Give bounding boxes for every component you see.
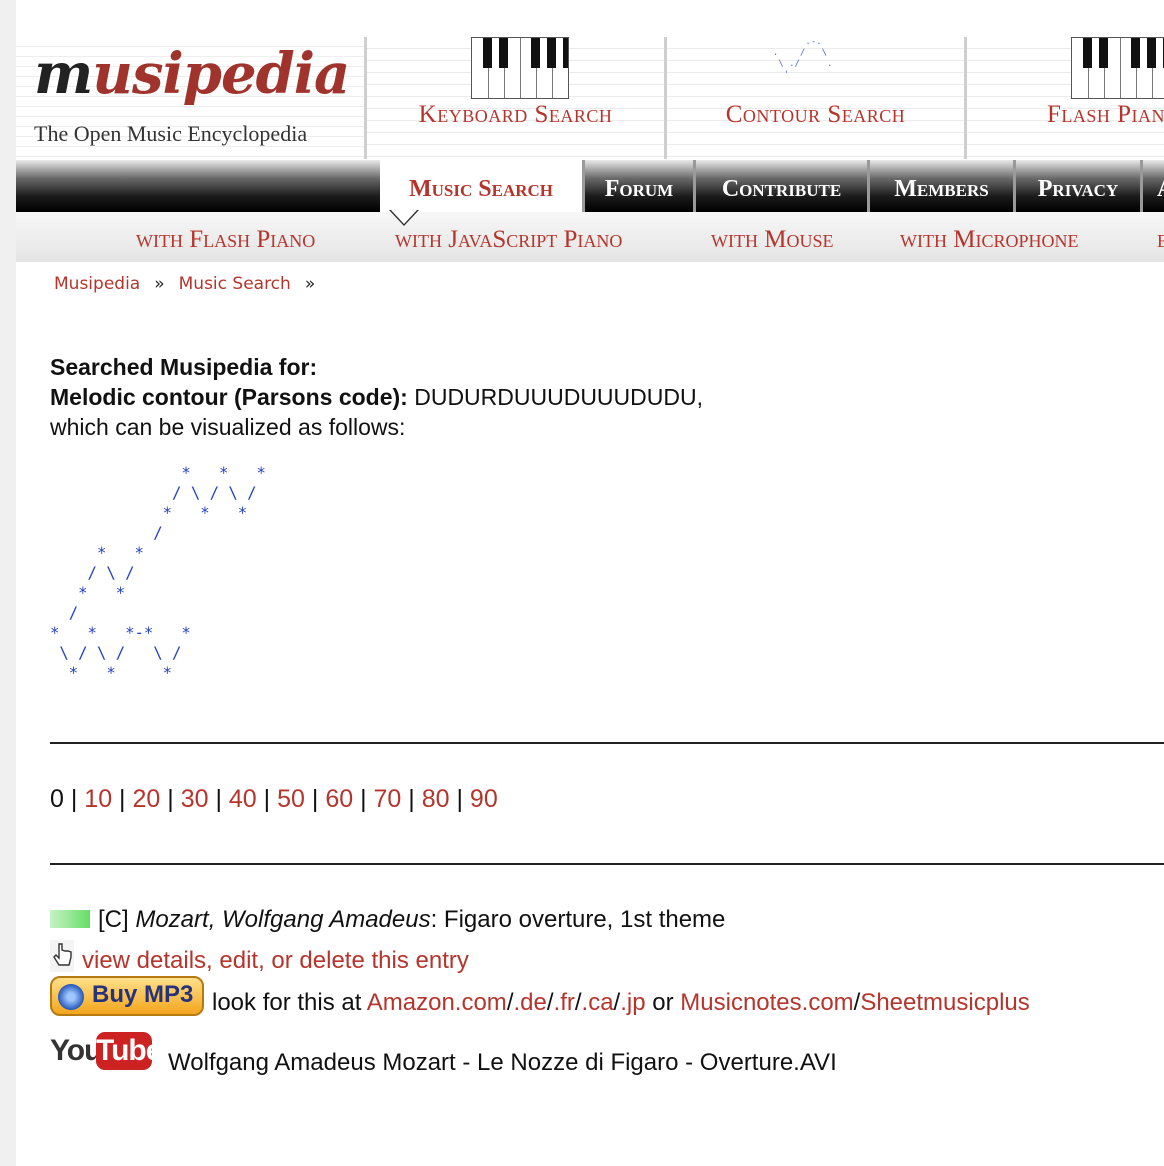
sheetmusicplus-link[interactable]: Sheetmusicplus (860, 989, 1029, 1016)
result-pager: 0 | 10 | 20 | 30 | 40 | 50 | 60 | 70 | 8… (50, 785, 498, 813)
buy-mp3-button[interactable]: Buy MP3 (50, 976, 204, 1016)
disc-icon (58, 984, 84, 1010)
search-heading: Searched Musipedia for: (50, 354, 318, 380)
musicnotes-link[interactable]: Musicnotes.com (680, 989, 853, 1016)
pager-link[interactable]: 10 (84, 785, 112, 813)
pager-link[interactable]: 20 (133, 785, 161, 813)
amazon-com-link[interactable]: Amazon.com (367, 989, 507, 1016)
logo[interactable]: musipedia The Open Music Encyclopedia (16, 37, 364, 159)
result-buy-line: Buy MP3 look for this at Amazon.com/.de/.… (50, 976, 1030, 1017)
pager-link[interactable]: 30 (181, 785, 209, 813)
contour-visualization: * * * / \ / \ / * * * / * * / \ / * * / … (50, 464, 266, 682)
result-composer: Mozart, Wolfgang Amadeus (135, 906, 431, 933)
main-nav: Music Search Forum Contribute Members Pr… (16, 160, 1164, 212)
hand-pointer-icon (50, 940, 74, 972)
piano-keys-icon (471, 37, 569, 99)
result-youtube-line: You Tube Wolfgang Amadeus Mozart - Le Nozz… (50, 1030, 837, 1077)
contour-icon: .-. . / \ \ ./ . ' (772, 37, 833, 80)
pager-link[interactable]: 60 (325, 785, 353, 813)
view-details-link[interactable]: view details, edit, or delete this entry (82, 947, 469, 974)
subnav-microphone[interactable]: with Microphone (900, 226, 1078, 254)
tab-members[interactable]: Members (867, 160, 1013, 212)
divider (50, 742, 1164, 744)
pager-link[interactable]: 80 (422, 785, 450, 813)
contour-search-link[interactable]: .-. . / \ \ ./ . ' Contour Search (664, 37, 964, 159)
subnav-javascript-piano[interactable]: with JavaScript Piano (395, 226, 622, 254)
pager-link[interactable]: 90 (470, 785, 498, 813)
match-quality-bar (50, 910, 90, 928)
breadcrumb-separator: » (154, 274, 165, 294)
left-margin (0, 0, 16, 1166)
contour-value: DUDURDUUUDUUUDUDU, (407, 384, 703, 410)
contour-search-label: Contour Search (725, 101, 906, 128)
logo-wordmark: musipedia (34, 41, 350, 107)
keyboard-search-label: Keyboard Search (418, 101, 613, 128)
tab-forum[interactable]: Forum (582, 160, 693, 212)
pager-current: 0 (50, 785, 64, 813)
amazon-ca-link[interactable]: .ca (582, 989, 614, 1016)
subnav-flash-piano[interactable]: with Flash Piano (136, 226, 315, 254)
flash-piano-link[interactable]: Flash Piano (964, 37, 1164, 159)
breadcrumb-musipedia[interactable]: Musipedia (54, 274, 140, 294)
result-key: [C] (98, 906, 129, 933)
page: musipedia The Open Music Encyclopedia Ke… (16, 0, 1164, 1166)
pager-link[interactable]: 50 (277, 785, 305, 813)
contour-label: Melodic contour (Parsons code): (50, 384, 408, 410)
youtube-logo-icon[interactable]: You Tube (50, 1030, 162, 1076)
result-details-line: view details, edit, or delete this entry (50, 940, 469, 975)
look-for-text: look for this at (212, 989, 367, 1016)
youtube-video-title[interactable]: Wolfgang Amadeus Mozart - Le Nozze di Fi… (168, 1049, 837, 1076)
amazon-fr-link[interactable]: .fr (554, 989, 575, 1016)
keyboard-search-link[interactable]: Keyboard Search (364, 37, 664, 159)
divider (50, 863, 1164, 865)
flash-piano-label: Flash Piano (1047, 101, 1164, 128)
logo-subtitle: The Open Music Encyclopedia (34, 121, 308, 146)
pager-link[interactable]: 40 (229, 785, 257, 813)
subnav-mouse[interactable]: with Mouse (711, 226, 833, 254)
pager-link[interactable]: 70 (374, 785, 402, 813)
site-header: musipedia The Open Music Encyclopedia Ke… (16, 37, 1164, 159)
result-title-line: [C] Mozart, Wolfgang Amadeus: Figaro ove… (50, 906, 725, 934)
tab-about[interactable]: About (1140, 160, 1164, 212)
visualization-caption: which can be visualized as follows: (50, 414, 406, 440)
tab-contribute[interactable]: Contribute (693, 160, 867, 212)
subnav-more[interactable]: by (1157, 226, 1164, 254)
amazon-de-link[interactable]: .de (513, 989, 546, 1016)
breadcrumb-separator: » (304, 274, 316, 294)
amazon-jp-link[interactable]: .jp (620, 989, 645, 1016)
search-summary: Searched Musipedia for: Melodic contour … (50, 352, 1160, 442)
breadcrumb-music-search[interactable]: Music Search (179, 274, 291, 294)
breadcrumb: Musipedia » Music Search » (54, 274, 329, 294)
piano-keys-icon (1071, 37, 1164, 99)
tab-music-search[interactable]: Music Search (380, 160, 582, 212)
tab-privacy[interactable]: Privacy (1013, 160, 1140, 212)
result-title: : Figaro overture, 1st theme (430, 906, 726, 933)
